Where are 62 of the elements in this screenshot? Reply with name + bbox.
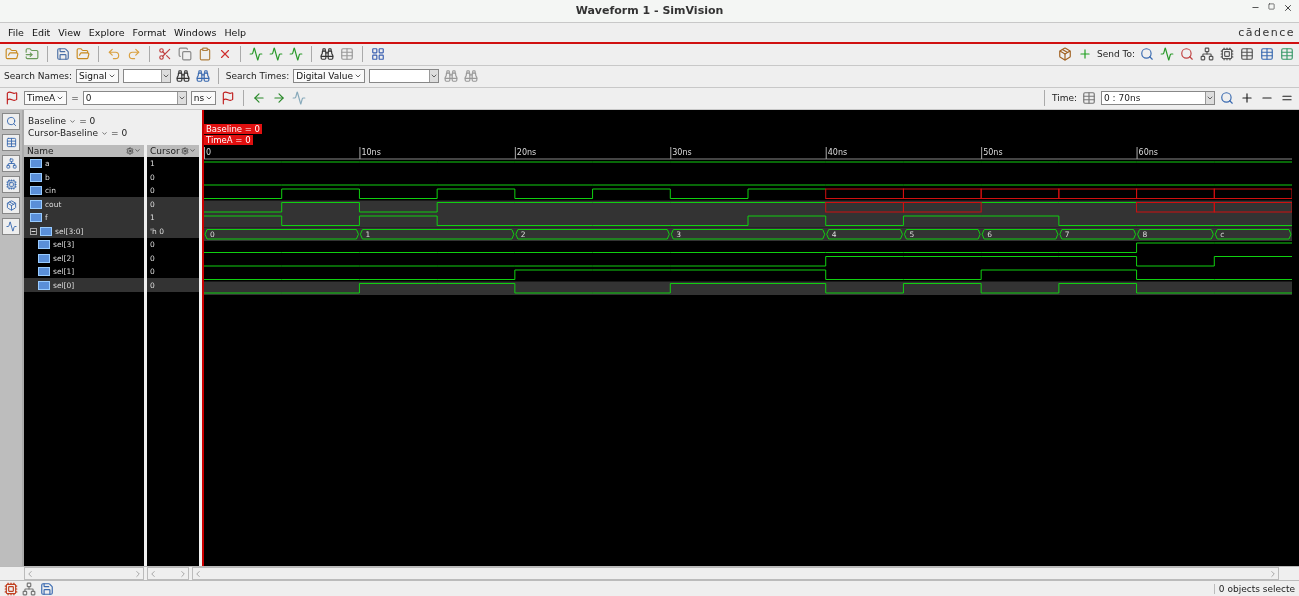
- signal-icon: [38, 280, 50, 290]
- time-range-field[interactable]: 0 : 70ns: [1101, 91, 1215, 106]
- cursor-baseline-value: = 0: [111, 128, 128, 139]
- network-icon[interactable]: [2, 154, 20, 172]
- caret-icon: [134, 147, 141, 155]
- menu-item[interactable]: Format: [128, 26, 170, 38]
- search-names-field[interactable]: [122, 69, 171, 84]
- close-button[interactable]: [1283, 3, 1293, 13]
- send-to-label: Send To:: [1096, 49, 1135, 60]
- signal-icon: [30, 172, 42, 182]
- baseline-label[interactable]: Baseline: [28, 116, 67, 127]
- status-text: 0 objects selecte: [1213, 583, 1299, 594]
- maximize-button[interactable]: [1268, 3, 1275, 10]
- equals-label: =: [71, 93, 79, 104]
- gear-icon[interactable]: [181, 146, 189, 155]
- search-times-dropdown[interactable]: Digital Value: [293, 69, 365, 84]
- signal-icon: [30, 213, 42, 223]
- time-tick: 10ns: [361, 147, 381, 157]
- signal-icon: [30, 186, 42, 196]
- waveform-icon[interactable]: [2, 217, 20, 235]
- time-tick: 20ns: [516, 147, 537, 157]
- search-names-label: Search Names:: [4, 71, 73, 82]
- signal-icon: [38, 267, 50, 277]
- signal-icon: [30, 199, 42, 209]
- caret-icon: [189, 147, 196, 155]
- menu-item[interactable]: View: [54, 26, 85, 38]
- time-tick: 40ns: [827, 147, 848, 157]
- marker-label: TimeA = 0: [204, 134, 253, 145]
- menu-item[interactable]: Edit: [27, 26, 55, 38]
- search-icon[interactable]: [2, 112, 20, 130]
- time-tick: 60ns: [1138, 147, 1158, 157]
- time-label: Time:: [1051, 93, 1077, 104]
- signal-icon: [38, 253, 50, 263]
- caret-icon: [101, 129, 109, 137]
- cursor-time-field[interactable]: 0: [82, 91, 187, 106]
- column-header[interactable]: Name: [27, 145, 54, 156]
- collapse-toggle[interactable]: [30, 227, 37, 235]
- menu-item[interactable]: File: [4, 26, 28, 38]
- search-type-dropdown[interactable]: Signal: [76, 69, 119, 84]
- menu-item[interactable]: Help: [220, 26, 251, 38]
- time-tick: 0: [206, 147, 212, 157]
- chip-icon[interactable]: [2, 175, 20, 193]
- time-tick: 50ns: [983, 147, 1003, 157]
- cursor-baseline-label[interactable]: Cursor-Baseline: [28, 128, 99, 139]
- marker-label: Baseline = 0: [204, 123, 262, 134]
- menu-item[interactable]: Explore: [84, 26, 129, 38]
- signal-icon: [38, 240, 50, 250]
- logo: cādence: [1238, 25, 1295, 39]
- search-times-field[interactable]: [369, 69, 439, 84]
- signal-icon: [30, 159, 42, 169]
- time-tick: 30ns: [672, 147, 692, 157]
- search-times-label: Search Times:: [225, 71, 290, 82]
- unit-dropdown[interactable]: ns: [190, 91, 217, 106]
- caret-icon: [69, 117, 77, 125]
- gear-icon[interactable]: [126, 146, 134, 155]
- signal-icon: [40, 226, 52, 236]
- table-icon[interactable]: [2, 133, 20, 151]
- menu-item[interactable]: Windows: [170, 26, 221, 38]
- cursor-dropdown[interactable]: TimeA: [24, 91, 68, 106]
- baseline-value: = 0: [79, 116, 96, 127]
- box-icon[interactable]: [2, 196, 20, 214]
- window-title: Waveform 1 - SimVision: [575, 4, 724, 18]
